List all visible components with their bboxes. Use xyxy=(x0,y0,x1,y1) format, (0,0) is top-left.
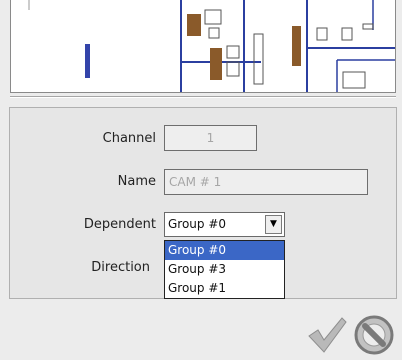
camera-marker xyxy=(85,44,90,78)
floor-plan-preview[interactable] xyxy=(10,0,396,93)
dropdown-arrow-icon[interactable]: ▼ xyxy=(265,215,282,234)
channel-label: Channel xyxy=(102,131,156,146)
cancel-icon[interactable] xyxy=(352,313,396,357)
channel-field[interactable]: 1 xyxy=(164,125,257,151)
name-label: Name xyxy=(117,174,156,189)
dependent-options-list: Group #0 Group #3 Group #1 xyxy=(164,240,285,299)
name-field[interactable]: CAM # 1 xyxy=(164,169,368,195)
dropdown-option-group-1[interactable]: Group #1 xyxy=(165,279,284,298)
section-divider xyxy=(10,96,396,98)
dependent-label: Dependent xyxy=(83,217,156,232)
floor-plan-drawing xyxy=(28,0,395,92)
dropdown-option-group-3[interactable]: Group #3 xyxy=(165,260,284,279)
dependent-select-value: Group #0 xyxy=(168,217,227,231)
dependent-select[interactable]: Group #0 ▼ xyxy=(164,212,285,237)
checkmark-icon[interactable] xyxy=(306,316,348,354)
direction-label: Direction xyxy=(91,260,150,275)
dropdown-option-group-0[interactable]: Group #0 xyxy=(165,241,284,260)
